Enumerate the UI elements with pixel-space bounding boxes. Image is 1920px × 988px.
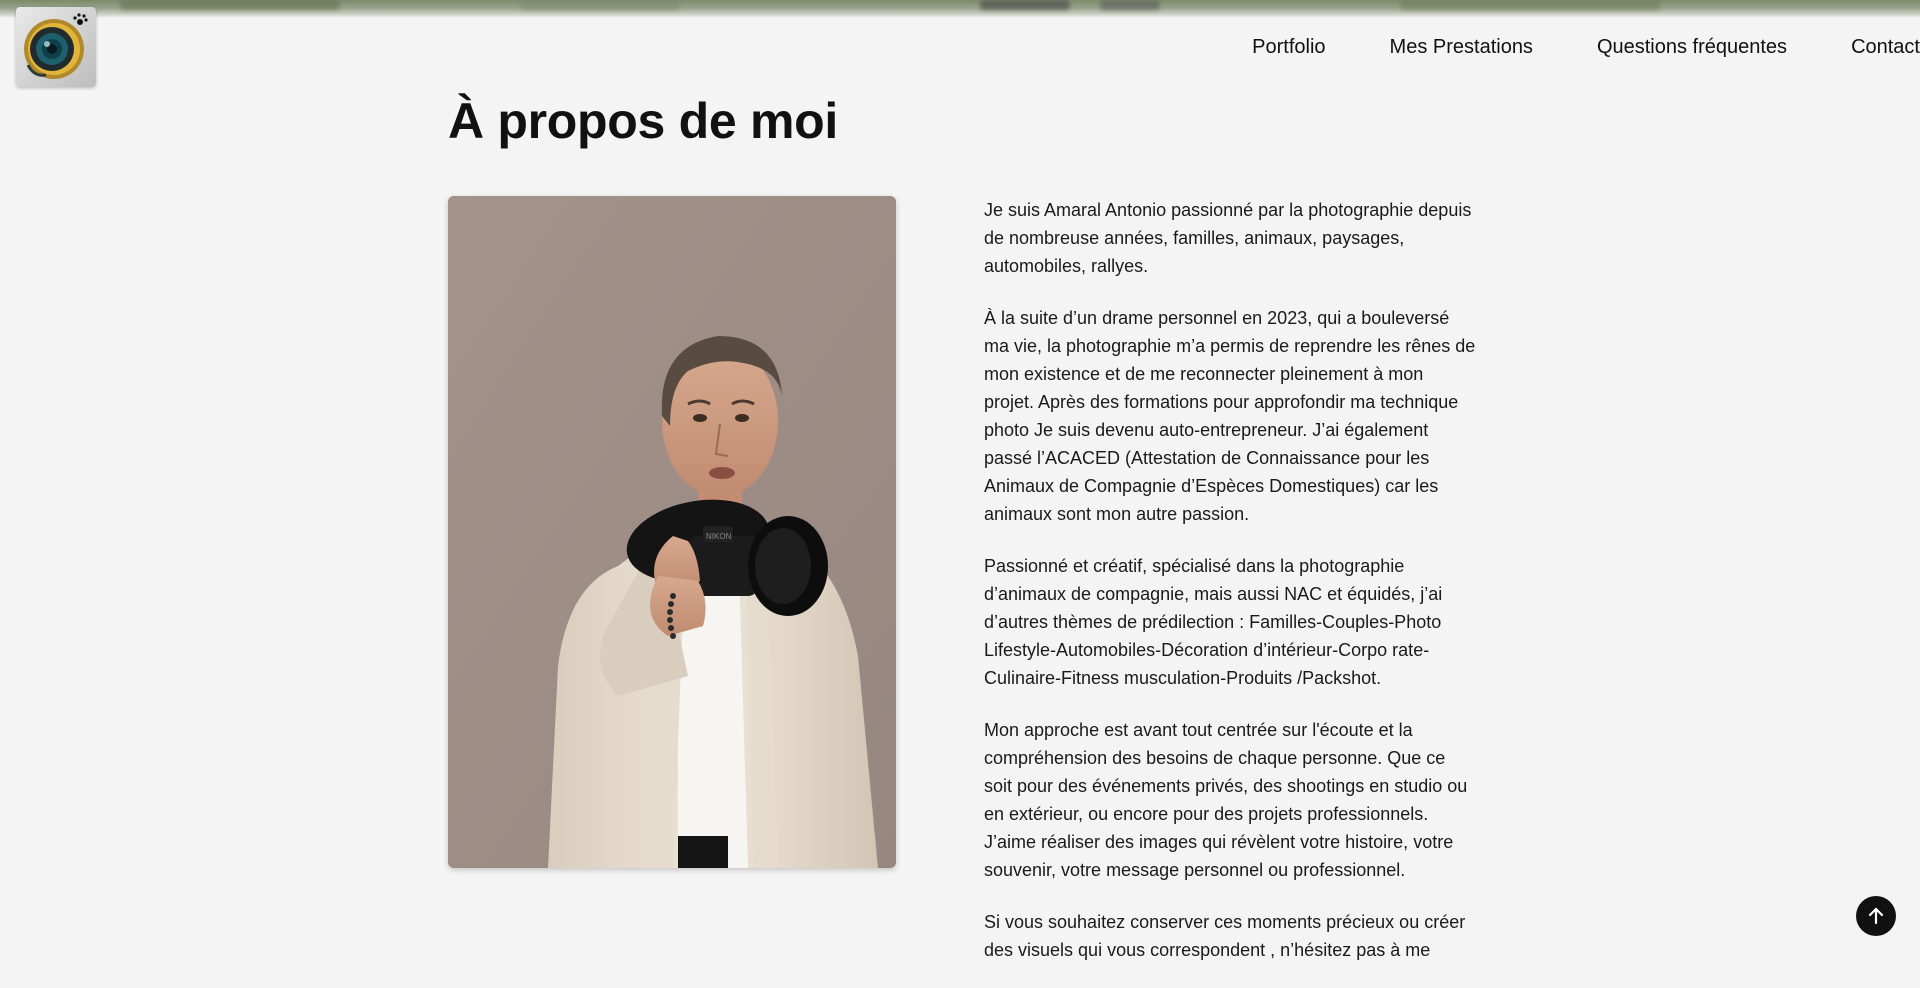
back-to-top-button[interactable]	[1856, 896, 1896, 936]
nav-link-prestations[interactable]: Mes Prestations	[1390, 32, 1533, 62]
nav-link-faq[interactable]: Questions fréquentes	[1597, 32, 1787, 62]
svg-text:NIKON: NIKON	[706, 532, 732, 541]
main-nav: Portfolio Mes Prestations Questions fréq…	[1252, 32, 1920, 62]
nav-link-portfolio[interactable]: Portfolio	[1252, 32, 1325, 62]
bio-paragraph: À la suite d’un drame personnel en 2023,…	[984, 308, 1476, 524]
bio-paragraph: Si vous souhaitez conserver ces moments …	[984, 912, 1466, 960]
photographer-portrait: NIKON	[448, 196, 896, 868]
page-title: À propos de moi	[448, 93, 838, 149]
site-header: Portfolio Mes Prestations Questions fréq…	[0, 0, 1920, 90]
about-text: Je suis Amaral Antonio passionné par la …	[984, 196, 1476, 988]
site-logo[interactable]	[16, 7, 96, 87]
camera-lens-paw-icon	[24, 13, 88, 79]
bio-paragraph: Je suis Amaral Antonio passionné par la …	[984, 200, 1472, 276]
nav-link-contact[interactable]: Contact	[1851, 32, 1920, 62]
bio-paragraph: Passionné et créatif, spécialisé dans la…	[984, 556, 1443, 688]
portrait-image: NIKON	[448, 196, 896, 868]
bio-paragraph: Mon approche est avant tout centrée sur …	[984, 720, 1468, 880]
arrow-up-icon	[1868, 907, 1884, 925]
